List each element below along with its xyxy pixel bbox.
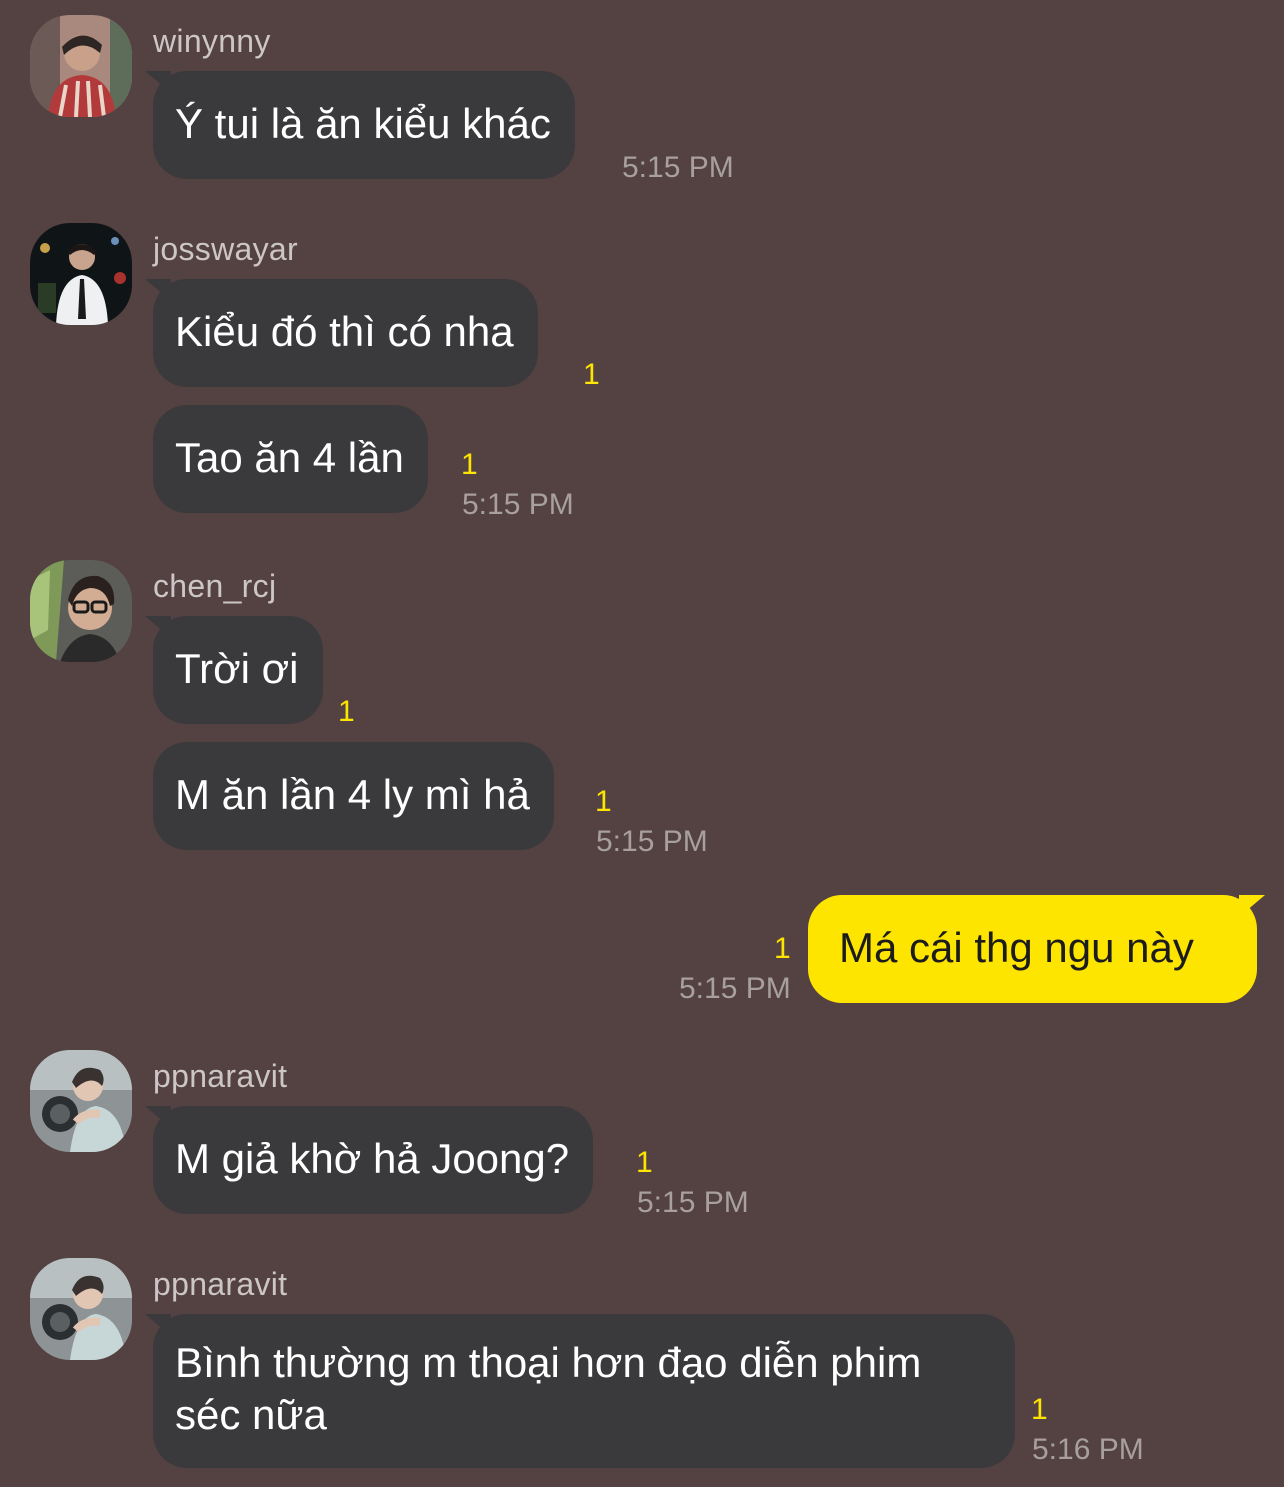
unread-count: 1 <box>338 695 355 728</box>
sender-name: ppnaravit <box>153 1058 288 1094</box>
my-message-bubble[interactable]: Má cái thg ngu này <box>808 895 1265 1003</box>
message-time: 5:15 PM <box>462 488 574 521</box>
avatar[interactable] <box>30 15 132 117</box>
profile-photo-icon <box>30 15 132 117</box>
message-bubble[interactable]: M giả khờ hả Joong? <box>144 1106 594 1214</box>
message-time: 5:15 PM <box>622 151 734 184</box>
sender-name: chen_rcj <box>153 568 277 604</box>
unread-count: 1 <box>1031 1393 1048 1426</box>
profile-photo-icon <box>30 1050 132 1152</box>
profile-photo-icon <box>30 1258 132 1360</box>
avatar[interactable] <box>30 1258 132 1360</box>
message-bubble[interactable]: Ý tui là ăn kiểu khác <box>145 71 575 179</box>
avatar[interactable] <box>30 1050 132 1152</box>
avatar[interactable] <box>30 223 132 325</box>
message-time: 5:16 PM <box>1032 1433 1144 1466</box>
message-bubble[interactable]: Kiểu đó thì có nha <box>145 279 538 387</box>
sender-name: josswayar <box>153 231 298 267</box>
message-bubble[interactable]: Trời ơi <box>145 616 323 724</box>
unread-count: 1 <box>583 358 600 391</box>
message-bubble[interactable]: Tao ăn 4 lần <box>153 405 428 513</box>
sender-name: winynny <box>153 23 271 59</box>
avatar[interactable] <box>30 560 132 662</box>
unread-count: 1 <box>774 932 791 965</box>
message-time: 5:15 PM <box>637 1186 749 1219</box>
profile-photo-icon <box>30 223 132 325</box>
message-bubble[interactable]: M ăn lần 4 ly mì hả <box>153 742 554 850</box>
sender-name: ppnaravit <box>153 1266 288 1302</box>
message-time: 5:15 PM <box>679 972 791 1005</box>
profile-photo-icon <box>30 560 132 662</box>
unread-count: 1 <box>595 785 612 818</box>
unread-count: 1 <box>461 448 478 481</box>
message-bubble[interactable]: Bình thường m thoại hơn đạo diễn phim sé… <box>145 1314 1015 1468</box>
message-time: 5:15 PM <box>596 825 708 858</box>
unread-count: 1 <box>636 1146 653 1179</box>
